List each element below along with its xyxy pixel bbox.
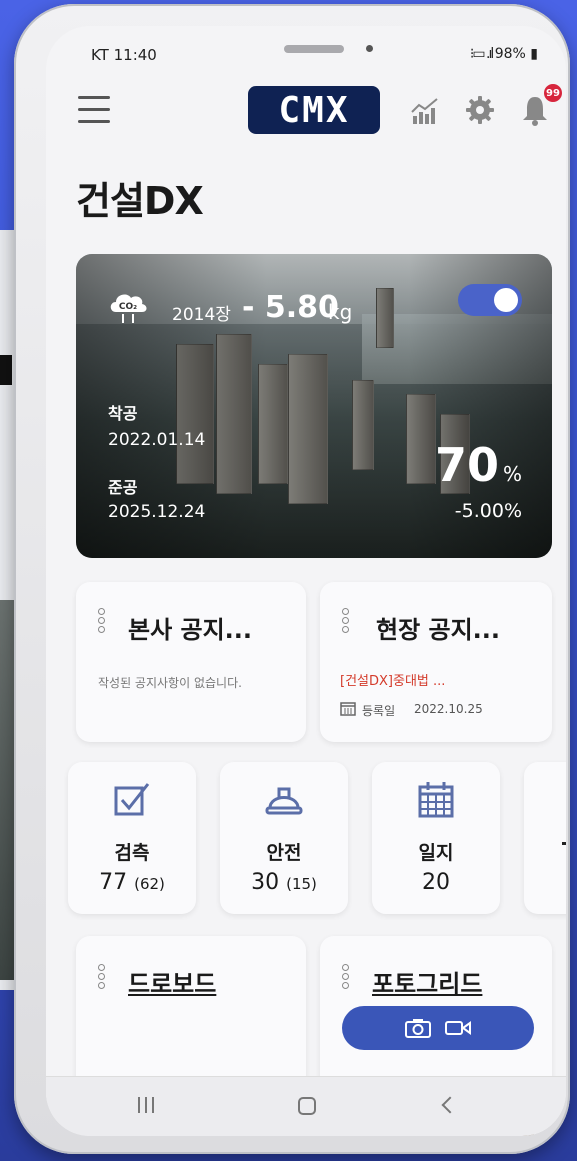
reg-date: 2022.10.25: [414, 702, 483, 716]
background-photo: [0, 600, 14, 980]
stat-label: 검측: [114, 842, 150, 864]
toggle-knob: [494, 288, 518, 312]
stat-label: 안전: [266, 842, 302, 864]
hq-notice-title: 본사 공지...: [128, 616, 253, 644]
stat-label: 일지: [418, 842, 454, 864]
svg-text:CO₂: CO₂: [119, 302, 137, 312]
hq-notice-empty: 작성된 공지사항이 없습니다.: [98, 676, 242, 690]
site-notice-card[interactable]: 현장 공지... [건설DX]중대법 ... 등록일 2022.10.25: [320, 582, 552, 742]
co2-value: - 5.80: [242, 290, 339, 325]
end-label: 준공: [108, 478, 138, 497]
menu-icon[interactable]: [78, 96, 110, 124]
drone-board-title[interactable]: 드로보드: [128, 964, 216, 999]
co2-photo-count: 2014장: [172, 305, 231, 325]
start-date: 2022.01.14: [108, 430, 206, 450]
stat-number: 30: [251, 870, 280, 895]
progress-change: -5.00%: [454, 500, 522, 522]
status-battery: ⁝▭ .ıl 98% ▮: [470, 46, 538, 62]
helmet-icon: [265, 787, 303, 815]
cmx-logo[interactable]: CMX: [248, 86, 380, 134]
front-camera: [366, 45, 373, 52]
stat-number: 77: [99, 870, 128, 895]
home-icon[interactable]: [298, 1097, 316, 1115]
system-nav-bar: [46, 1076, 566, 1136]
site-notice-title: 현장 공지...: [376, 616, 501, 644]
gear-icon[interactable]: [464, 94, 496, 126]
camera-icon[interactable]: [405, 1018, 431, 1038]
progress-rate: 70%: [435, 438, 522, 492]
status-bar: KT 11:40 ⁝▭ .ıl 98% ▮: [46, 26, 566, 82]
phone-frame: KT 11:40 ⁝▭ .ıl 98% ▮ CMX 99 건설DX CO₂ 20…: [14, 4, 570, 1154]
start-label: 착공: [108, 404, 138, 423]
capture-bar[interactable]: [342, 1006, 534, 1050]
video-icon[interactable]: [445, 1018, 471, 1038]
battery-percent: 98%: [494, 46, 526, 62]
signal-icon: ⁝▭ .ıl: [469, 46, 495, 62]
co2-toggle[interactable]: [458, 284, 522, 316]
site-card[interactable]: CO₂ 2014장 - 5.80 kg 착공 2022.01.14 준공 202…: [76, 254, 552, 558]
partial-label: [562, 842, 566, 860]
end-date: 2025.12.24: [108, 502, 206, 522]
phone-screen: KT 11:40 ⁝▭ .ıl 98% ▮ CMX 99 건설DX CO₂ 20…: [46, 26, 566, 1136]
reg-label: 등록일: [362, 704, 396, 718]
drag-handle-icon[interactable]: [98, 608, 106, 633]
status-time: KT 11:40: [91, 46, 157, 64]
stat-card-inspection[interactable]: 검측 77 (62): [68, 762, 196, 914]
chart-icon[interactable]: [410, 96, 440, 126]
co2-cloud-icon: CO₂: [110, 294, 147, 323]
battery-icon: ▮: [525, 46, 538, 62]
page-title: 건설DX: [76, 179, 204, 223]
stat-value: 20: [422, 870, 450, 895]
calendar-icon: [418, 782, 454, 818]
app-bar: CMX 99: [46, 82, 566, 142]
speaker-grille: [284, 45, 344, 53]
background-element: [0, 355, 12, 385]
co2-unit: kg: [328, 300, 353, 324]
stat-card-log[interactable]: 일지 20: [372, 762, 500, 914]
progress-unit: %: [502, 462, 522, 486]
drag-handle-icon[interactable]: [342, 608, 350, 633]
drag-handle-icon[interactable]: [342, 964, 350, 989]
calendar-icon: [340, 702, 356, 716]
site-notice-link[interactable]: [건설DX]중대법 ...: [340, 670, 445, 689]
stat-card-partial[interactable]: [524, 762, 566, 914]
stat-card-safety[interactable]: 안전 30 (15): [220, 762, 348, 914]
recent-apps-icon[interactable]: [138, 1097, 158, 1115]
check-icon: [114, 783, 150, 816]
stat-sub: (62): [134, 875, 165, 893]
stat-value: 30 (15): [220, 870, 348, 895]
photo-grid-title[interactable]: 포토그리드: [372, 964, 482, 999]
back-icon[interactable]: [441, 1096, 459, 1114]
drag-handle-icon[interactable]: [98, 964, 106, 989]
progress-value: 70: [434, 438, 499, 492]
stat-value: 77 (62): [68, 870, 196, 895]
stat-sub: (15): [286, 875, 317, 893]
hq-notice-card[interactable]: 본사 공지... 작성된 공지사항이 없습니다.: [76, 582, 306, 742]
notification-badge: 99: [542, 82, 564, 104]
